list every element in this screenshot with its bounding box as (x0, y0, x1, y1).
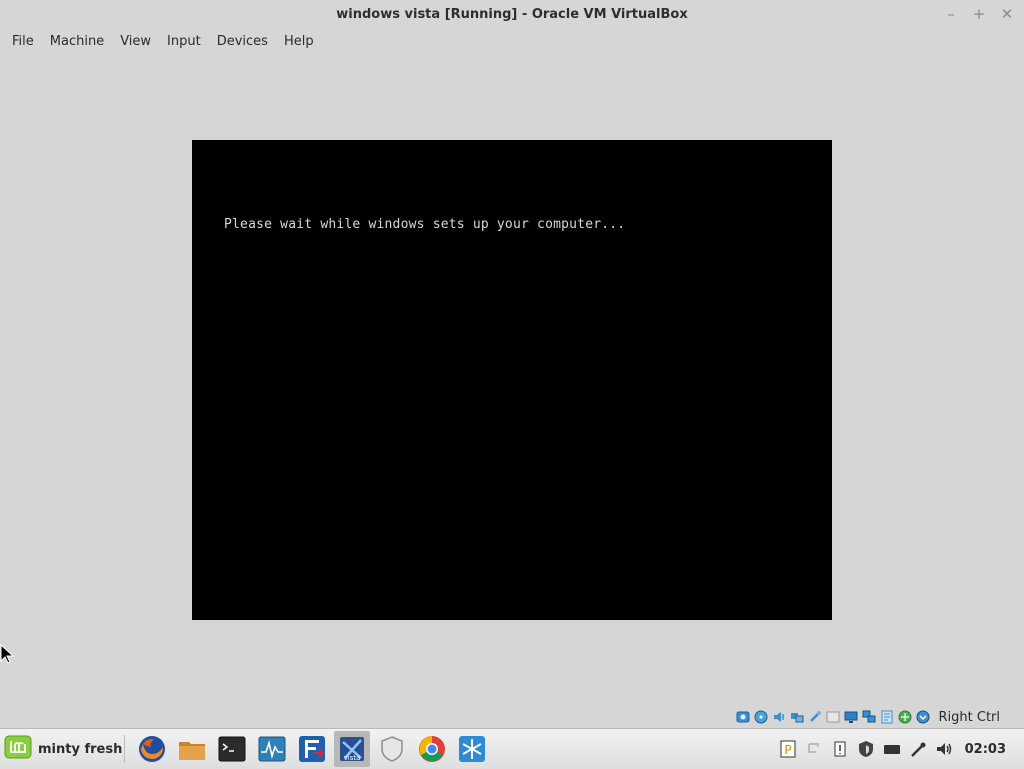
system-monitor-icon[interactable] (254, 731, 290, 767)
vista-vm-icon[interactable]: vista (334, 731, 370, 767)
menu-button[interactable]: minty fresh (4, 735, 122, 763)
svg-text:vista: vista (344, 754, 361, 762)
mouse-integration-icon[interactable] (879, 709, 895, 725)
mouse-pointer-icon (0, 643, 15, 668)
svg-text:P: P (784, 743, 791, 757)
menu-help[interactable]: Help (276, 34, 322, 49)
firefox-icon[interactable] (134, 731, 170, 767)
cpu-icon[interactable] (897, 709, 913, 725)
video-capture-icon[interactable] (861, 709, 877, 725)
filezilla-icon[interactable] (294, 731, 330, 767)
menu-view[interactable]: View (112, 34, 159, 49)
audio-icon[interactable] (771, 709, 787, 725)
network-tray-icon[interactable] (907, 738, 929, 760)
update-icon[interactable] (803, 738, 825, 760)
keyboard-layout-icon[interactable] (881, 738, 903, 760)
shared-folders-icon[interactable] (825, 709, 841, 725)
optical-disk-icon[interactable] (753, 709, 769, 725)
terminal-icon[interactable] (214, 731, 250, 767)
menu-machine[interactable]: Machine (42, 34, 112, 49)
panel-separator (124, 735, 125, 763)
system-tray: P 02:03 (777, 731, 1006, 767)
snowflake-icon[interactable] (454, 731, 490, 767)
minimize-icon[interactable]: – (941, 4, 961, 24)
maximize-icon[interactable]: + (969, 4, 989, 24)
setup-message: Please wait while windows sets up your c… (224, 217, 626, 232)
volume-icon[interactable] (933, 738, 955, 760)
host-key-label: Right Ctrl (938, 709, 1001, 725)
menu-devices[interactable]: Devices (209, 34, 276, 49)
launcher-list: vista (134, 731, 490, 767)
clock[interactable]: 02:03 (965, 742, 1006, 757)
hard-disk-icon[interactable] (735, 709, 751, 725)
vm-status-bar: Right Ctrl (735, 707, 1001, 727)
menu-file[interactable]: File (4, 34, 42, 49)
usb-icon[interactable] (807, 709, 823, 725)
network-icon[interactable] (789, 709, 805, 725)
close-icon[interactable]: ✕ (997, 4, 1017, 24)
mint-logo-icon (4, 735, 32, 763)
parcellite-icon[interactable]: P (777, 738, 799, 760)
menu-label: minty fresh (38, 741, 123, 757)
menu-bar: File Machine View Input Devices Help (0, 28, 322, 54)
window-title: windows vista [Running] - Oracle VM Virt… (336, 6, 688, 22)
chrome-icon[interactable] (414, 731, 450, 767)
menu-input[interactable]: Input (159, 34, 209, 49)
taskbar-panel: minty fresh vista P 02:03 (0, 728, 1024, 769)
files-icon[interactable] (174, 731, 210, 767)
shield-icon[interactable] (374, 731, 410, 767)
display-icon[interactable] (843, 709, 859, 725)
security-icon[interactable] (855, 738, 877, 760)
keyboard-icon[interactable] (915, 709, 931, 725)
vm-display[interactable]: Please wait while windows sets up your c… (192, 140, 832, 620)
notification-icon[interactable] (829, 738, 851, 760)
title-bar[interactable]: windows vista [Running] - Oracle VM Virt… (0, 0, 1024, 28)
